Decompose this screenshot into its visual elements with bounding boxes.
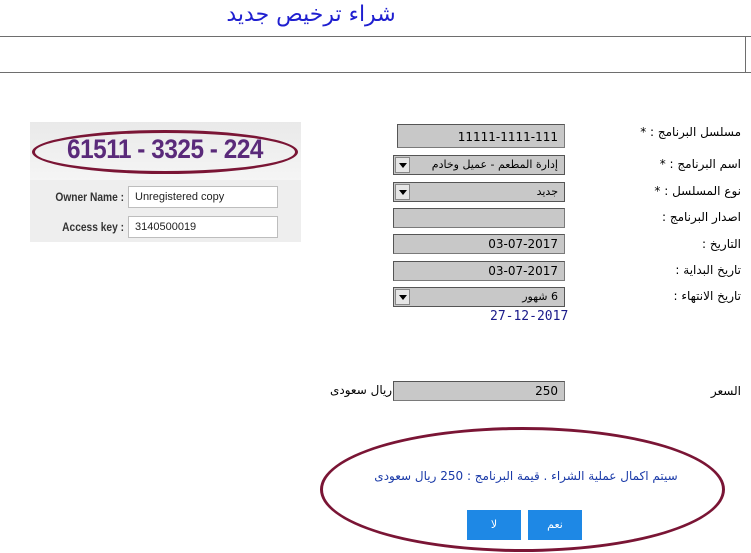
registration-image: 61511 - 3325 - 224 Owner Name : Unregist… [30,122,301,242]
serial-type-label: نوع المسلسل : * [654,184,741,198]
header-divider [745,36,746,73]
end-date-label: تاريخ الانتهاء : [673,289,741,303]
chevron-down-icon[interactable] [395,289,410,305]
confirm-yes-button[interactable]: نعم [528,510,582,540]
access-key-label: Access key : [62,220,124,234]
confirm-message: سيتم اكمال عملية الشراء . قيمة البرنامج … [374,469,678,483]
date-input[interactable]: 03-07-2017 [393,234,565,254]
highlight-ellipse [320,427,725,552]
serial-label: مسلسل البرنامج : * [640,125,741,139]
chevron-down-icon[interactable] [395,184,410,200]
header-divider [0,36,751,37]
price-input[interactable]: 250 [393,381,565,401]
chevron-down-icon[interactable] [395,157,410,173]
end-date-duration-value: 6 شهور [522,290,558,303]
program-version-label: اصدار البرنامج : [661,210,741,224]
access-key-field: 3140500019 [128,216,278,238]
confirm-no-button[interactable]: لا [467,510,521,540]
registration-code: 61511 - 3325 - 224 [67,134,263,164]
page-title: شراء ترخيص جديد [226,2,396,27]
owner-name-label: Owner Name : [55,190,124,204]
serial-input[interactable]: 11111-1111-111 [397,124,565,148]
end-date-value: 27-12-2017 [490,309,569,324]
start-date-input[interactable]: 03-07-2017 [393,261,565,281]
program-name-label: اسم البرنامج : * [659,157,741,171]
price-label: السعر [710,384,741,398]
serial-type-select[interactable]: جديد [393,182,565,202]
currency-label: ريال سعودى [330,383,393,397]
program-name-value: إدارة المطعم - عميل وخادم [431,158,558,171]
date-label: التاريخ : [701,237,741,251]
owner-name-field: Unregistered copy [128,186,278,208]
start-date-label: تاريخ البداية : [675,263,741,277]
end-date-duration-select[interactable]: 6 شهور [393,287,565,307]
serial-type-value: جديد [536,185,558,198]
program-version-input[interactable] [393,208,565,228]
header-divider [0,72,751,73]
program-name-select[interactable]: إدارة المطعم - عميل وخادم [393,155,565,175]
